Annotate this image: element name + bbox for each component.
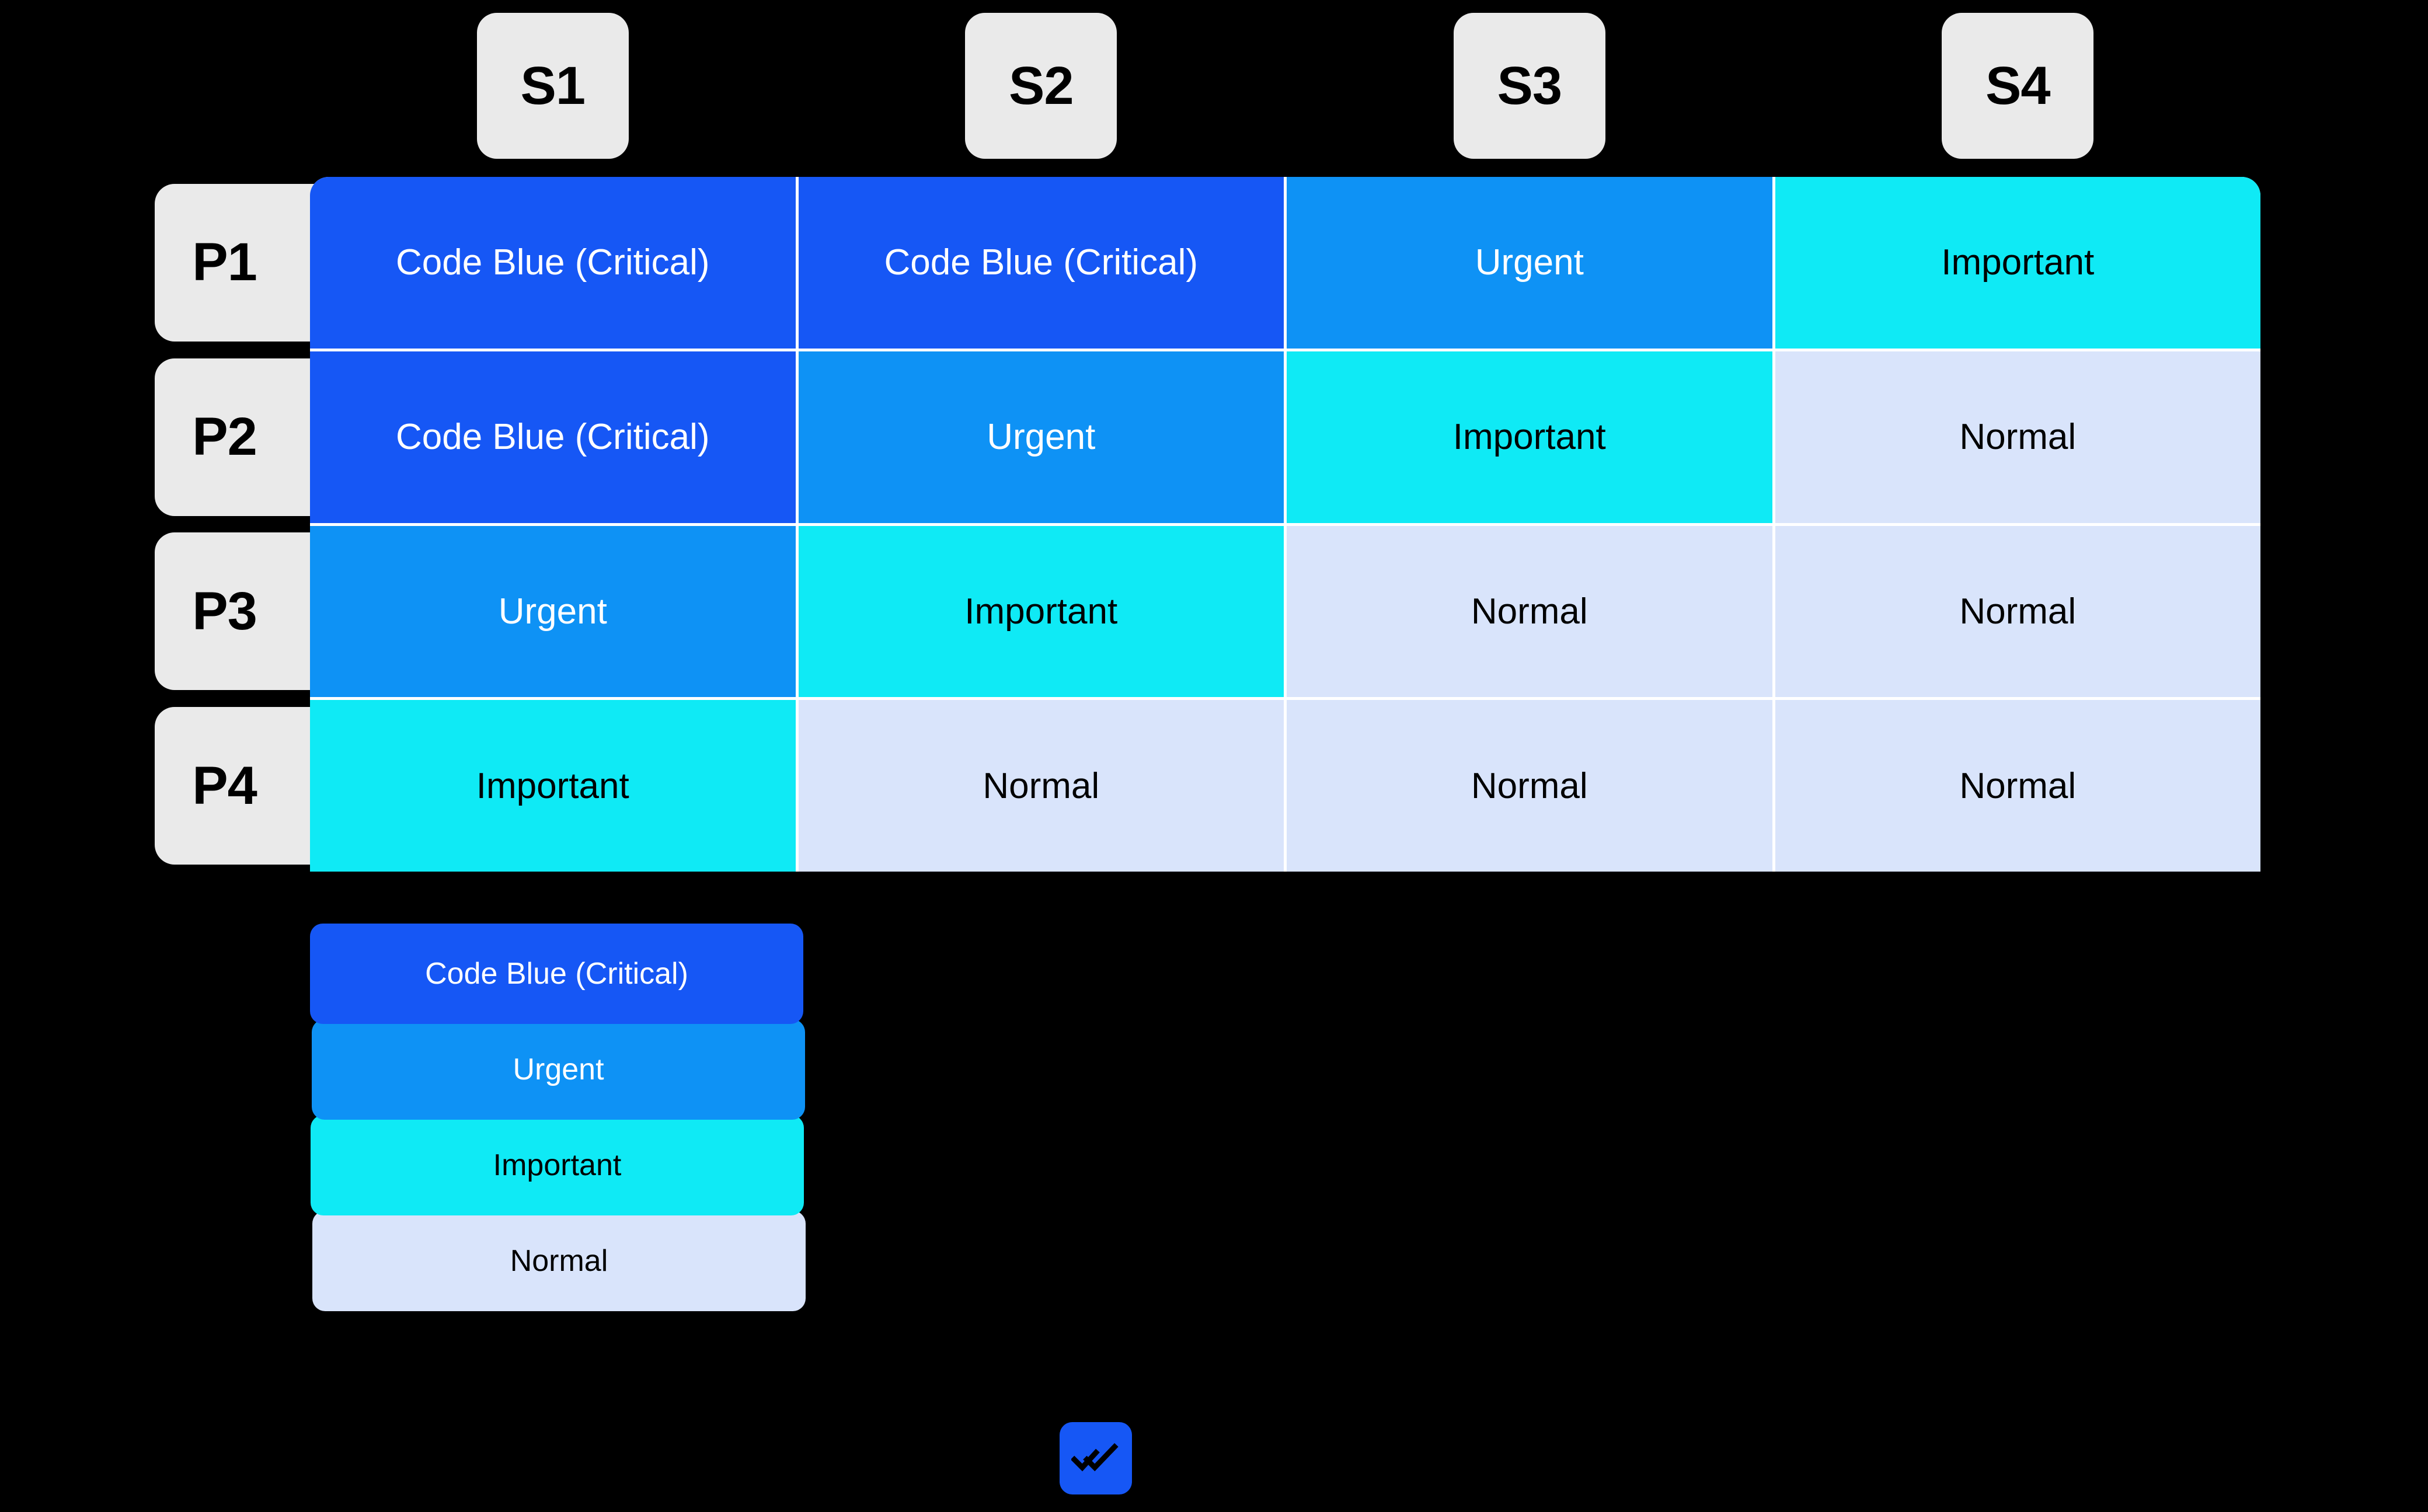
column-header-s4: S4 — [1942, 13, 2094, 159]
matrix-cell-p4-s3[interactable]: Normal — [1287, 700, 1772, 872]
matrix-cell-p4-s2[interactable]: Normal — [798, 700, 1284, 872]
matrix-cell-p4-s1[interactable]: Important — [310, 700, 796, 872]
matrix-cell-p3-s1[interactable]: Urgent — [310, 525, 796, 698]
matrix-cell-p4-s4[interactable]: Normal — [1775, 700, 2260, 872]
row-header-p3: P3 — [155, 532, 327, 691]
matrix-cell-p1-s4[interactable]: Important — [1775, 177, 2260, 349]
matrix-canvas: S1 S2 S3 S4 P1 P2 P3 P4 Code Blue (Critical) Co… — [0, 0, 2428, 1512]
severity-priority-matrix: Code Blue (Critical) Code Blue (Critical)… — [310, 177, 2260, 872]
row-header-label: P4 — [192, 755, 257, 816]
row-header-p4: P4 — [155, 707, 327, 865]
matrix-cell-p2-s1[interactable]: Code Blue (Critical) — [310, 351, 796, 523]
legend-item-normal[interactable]: Normal — [312, 1211, 806, 1311]
column-header-s2: S2 — [965, 13, 1117, 159]
double-check-icon — [1060, 1422, 1132, 1494]
row-header-label: P2 — [192, 407, 257, 467]
legend: Code Blue (Critical) Urgent Important Norma… — [310, 924, 806, 1311]
matrix-cell-p2-s3[interactable]: Important — [1287, 351, 1772, 523]
row-header-label: P3 — [192, 581, 257, 641]
column-header-label: S3 — [1497, 55, 1562, 116]
matrix-cell-p1-s3[interactable]: Urgent — [1287, 177, 1772, 349]
row-header-label: P1 — [192, 232, 257, 292]
column-header-s3: S3 — [1453, 13, 1605, 159]
matrix-cell-p2-s2[interactable]: Urgent — [798, 351, 1284, 523]
matrix-cell-p1-s2[interactable]: Code Blue (Critical) — [798, 177, 1284, 349]
legend-item-urgent[interactable]: Urgent — [312, 1019, 805, 1120]
matrix-cell-p3-s3[interactable]: Normal — [1287, 525, 1772, 698]
matrix-cell-p2-s4[interactable]: Normal — [1775, 351, 2260, 523]
row-header-p2: P2 — [155, 358, 327, 516]
matrix-cell-p1-s1[interactable]: Code Blue (Critical) — [310, 177, 796, 349]
legend-item-important[interactable]: Important — [311, 1115, 804, 1215]
row-header-p1: P1 — [155, 183, 327, 342]
matrix-cell-p3-s2[interactable]: Important — [798, 525, 1284, 698]
column-header-s1: S1 — [476, 13, 629, 159]
column-header-label: S4 — [1985, 55, 2051, 116]
matrix-cell-p3-s4[interactable]: Normal — [1775, 525, 2260, 698]
legend-item-code-blue-critical[interactable]: Code Blue (Critical) — [310, 924, 803, 1024]
column-header-label: S2 — [1008, 55, 1074, 116]
column-header-label: S1 — [520, 55, 586, 116]
